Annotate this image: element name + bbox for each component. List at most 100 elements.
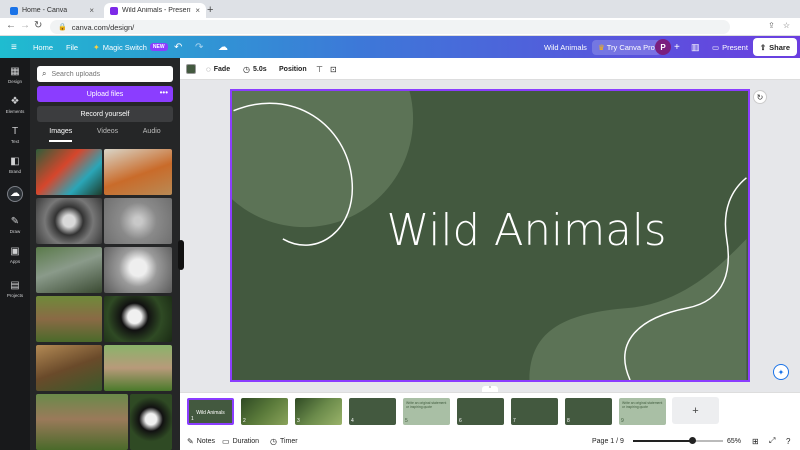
media-tabs: Images Videos Audio [37,128,173,142]
tab-audio[interactable]: Audio [143,128,161,142]
fade-label: Fade [213,65,231,73]
zoom-level[interactable]: 65% [727,432,741,450]
page-thumb-6[interactable]: 6 [457,398,504,425]
page-thumb-1[interactable]: Wild Animals 1 [187,398,234,425]
slide-bottom-right-blob [529,238,747,380]
image-thumb-donkey-large[interactable] [36,394,128,450]
share-button[interactable]: ⇧ Share [752,38,797,56]
rail-item-design[interactable]: ▦ Design [0,66,30,84]
browser-tab-home[interactable]: Home - Canva × [4,3,100,18]
close-icon[interactable]: × [89,6,94,15]
notes-label: Notes [196,437,215,445]
page-thumb-4[interactable]: 4 [349,398,396,425]
rotate-icon[interactable]: ↻ [753,90,767,104]
rail-item-brand[interactable]: ◧ Brand [0,156,30,174]
menu-icon[interactable]: ≡ [11,36,17,58]
image-thumb-fox[interactable] [104,149,172,195]
fullscreen-icon[interactable]: ⤢ [769,432,775,450]
image-thumb-raccoon[interactable] [36,198,102,244]
tab-videos[interactable]: Videos [97,128,118,142]
page-number: 3 [297,418,300,424]
image-thumb-deer[interactable] [36,345,102,391]
duration-button[interactable]: ▭ Duration [222,432,259,450]
page-number: 1 [191,416,194,422]
image-thumb-cat[interactable] [104,247,172,293]
grid-view-icon[interactable]: ⊞ [752,432,759,450]
image-thumb-rabbit[interactable] [104,345,172,391]
magic-switch-button[interactable]: ✦ Magic Switch NEW [93,36,168,58]
new-tab-icon[interactable]: + [207,4,213,16]
share-label: Share [769,42,790,52]
try-pro-label: Try Canva Pro [606,42,655,52]
page-thumb-9[interactable]: Write an original statement or inspiring… [619,398,666,425]
page-indicator[interactable]: Page 1 / 9 [592,432,624,450]
timer-button[interactable]: ◷ Timer [270,432,298,450]
new-badge: NEW [149,43,168,51]
help-icon[interactable]: ? [786,432,790,450]
rail-item-uploads[interactable]: ☁ [0,186,30,202]
crown-icon: ♛ [598,42,605,52]
notes-button[interactable]: ✎ Notes [187,432,215,450]
bottom-bar: ✎ Notes ▭ Duration ◷ Timer Page 1 / 9 65… [180,432,800,450]
undo-icon[interactable]: ↶ [174,36,182,58]
cloud-save-icon[interactable]: ☁ [218,36,228,58]
insights-icon[interactable]: ▥ [691,36,700,58]
reload-icon[interactable]: ↻ [34,20,42,31]
timer-label: Timer [279,437,298,445]
image-thumb-chameleon[interactable] [36,149,102,195]
home-link[interactable]: Home [33,36,53,58]
rail-item-projects[interactable]: ▤ Projects [0,280,30,298]
page-thumb-5[interactable]: Write an original statement or inspiring… [403,398,450,425]
image-thumb-donkey[interactable] [36,296,102,342]
search-input[interactable] [51,70,162,78]
add-collaborator-icon[interactable]: + [674,36,680,58]
magic-assistant-icon[interactable]: ✦ [773,364,789,380]
file-menu[interactable]: File [66,36,78,58]
lock-icon[interactable]: ⊡ [330,58,337,80]
forward-icon[interactable]: → [20,20,30,31]
image-thumb-panda[interactable] [104,296,172,342]
fade-animation-button[interactable]: ◌ Fade [206,58,230,80]
zoom-slider[interactable] [633,437,723,444]
share-page-icon[interactable]: ⇪ [768,21,775,30]
duration-button[interactable]: ◷ 5.0s [243,58,267,80]
account-avatar-button[interactable]: P [655,36,671,58]
duration-label: 5.0s [252,65,267,73]
image-thumb-squirrel[interactable] [104,198,172,244]
rail-item-apps[interactable]: ▣ Apps [0,246,30,264]
rail-item-draw[interactable]: ✎ Draw [0,216,30,234]
paint-roller-icon[interactable]: ⊤ [316,58,323,80]
page-thumb-8[interactable]: 8 [565,398,612,425]
page-number: 4 [351,418,354,424]
image-thumb-wolf[interactable] [36,247,102,293]
search-box[interactable]: ⌕ [37,66,173,82]
panel-collapse-handle[interactable] [178,240,184,270]
slide-canvas[interactable]: Wild Animals [230,89,750,382]
page-thumb-7[interactable]: 7 [511,398,558,425]
zoom-slider-knob[interactable] [688,437,696,444]
upload-files-button[interactable]: Upload files ••• [37,86,173,102]
rail-item-elements[interactable]: ❖ Elements [0,96,30,114]
close-icon[interactable]: × [195,6,200,15]
background-color-swatch[interactable] [186,64,196,74]
duration-icon: ▭ [222,436,230,446]
present-button[interactable]: ▭ Present [712,36,748,58]
redo-icon[interactable]: ↷ [195,36,203,58]
rail-item-text[interactable]: T Text [0,126,30,144]
zoom-slider-fill [633,440,692,442]
back-icon[interactable]: ← [6,20,16,31]
position-button[interactable]: Position [279,58,307,80]
more-options-icon[interactable]: ••• [160,88,168,97]
add-page-button[interactable]: + [672,397,719,424]
browser-tab-presentation[interactable]: Wild Animals - Presentation × [104,3,206,18]
slide-title[interactable]: Wild Animals [386,206,666,256]
page-thumb-3[interactable]: 3 [295,398,342,425]
design-name[interactable]: Wild Animals [544,36,587,58]
try-pro-button[interactable]: ♛ Try Canva Pro [592,36,661,58]
page-thumb-2[interactable]: 2 [241,398,288,425]
url-field[interactable]: 🔒 canva.com/design/ [50,20,730,34]
image-thumb-panda-small[interactable] [130,394,172,450]
bookmark-star-icon[interactable]: ☆ [783,21,790,30]
record-yourself-button[interactable]: Record yourself [37,106,173,122]
tab-images[interactable]: Images [49,128,73,142]
